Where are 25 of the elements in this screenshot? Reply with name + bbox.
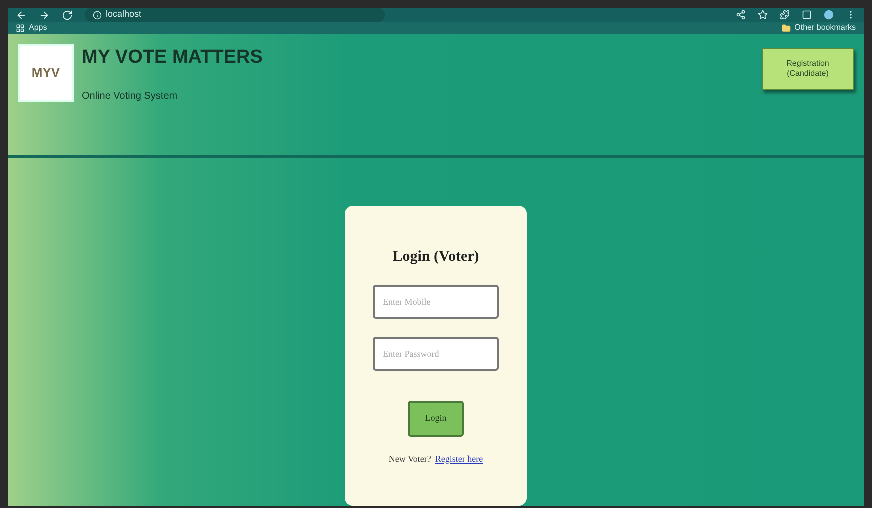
logo: MYV xyxy=(18,44,74,102)
site-title: MY VOTE MATTERS xyxy=(82,46,263,70)
login-button[interactable]: Login xyxy=(408,400,464,436)
new-voter-text: New Voter? xyxy=(388,452,432,466)
other-bookmarks[interactable]: Other bookmarks xyxy=(782,22,856,34)
register-link[interactable]: Register here xyxy=(435,452,484,466)
bookmark-item[interactable]: Apps xyxy=(16,22,48,34)
info-icon xyxy=(93,10,102,20)
input-field[interactable]: Enter Password xyxy=(373,336,499,370)
input-field[interactable]: Enter Mobile xyxy=(373,284,499,318)
folder-icon xyxy=(782,24,791,32)
square-icon[interactable] xyxy=(802,10,812,20)
bookmark-star-icon[interactable] xyxy=(758,10,768,20)
puzzle-icon[interactable] xyxy=(780,10,790,20)
address-bar[interactable]: localhost xyxy=(85,8,385,22)
login-title: Login (Voter) xyxy=(392,248,480,267)
site-subtitle: Online Voting System xyxy=(82,90,179,104)
grid-icon xyxy=(16,24,25,32)
share-icon[interactable] xyxy=(736,10,746,20)
url-text: localhost xyxy=(106,8,142,22)
back-icon[interactable] xyxy=(16,10,27,20)
registration-button[interactable]: Registration (Candidate) xyxy=(762,48,854,90)
reload-icon[interactable] xyxy=(62,10,73,20)
forward-icon[interactable] xyxy=(39,10,50,20)
profile-icon[interactable] xyxy=(824,10,834,20)
